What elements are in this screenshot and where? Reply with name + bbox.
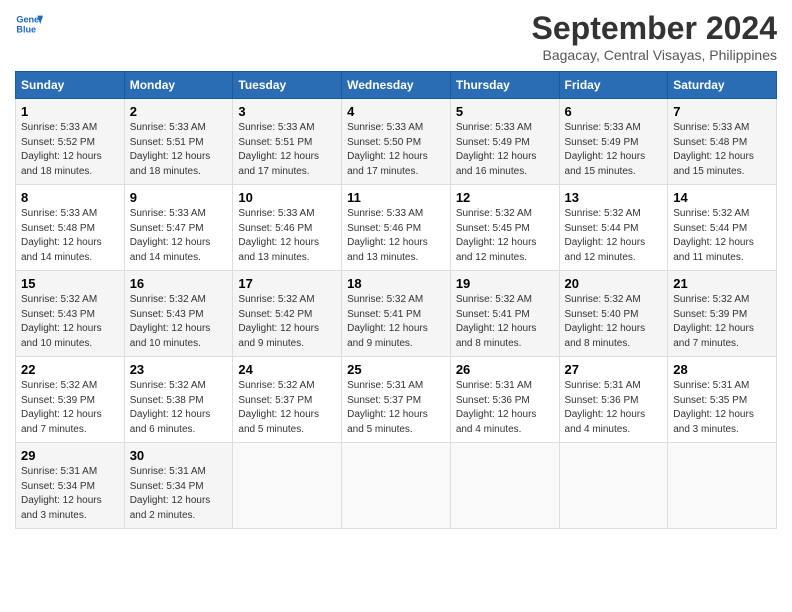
calendar-day-cell bbox=[342, 443, 451, 529]
calendar-day-cell: 5Sunrise: 5:33 AMSunset: 5:49 PMDaylight… bbox=[450, 99, 559, 185]
calendar-day-cell bbox=[668, 443, 777, 529]
weekday-header: Wednesday bbox=[342, 72, 451, 99]
calendar-day-cell bbox=[559, 443, 668, 529]
calendar-day-cell: 2Sunrise: 5:33 AMSunset: 5:51 PMDaylight… bbox=[124, 99, 233, 185]
calendar-day-cell: 18Sunrise: 5:32 AMSunset: 5:41 PMDayligh… bbox=[342, 271, 451, 357]
calendar-day-cell: 24Sunrise: 5:32 AMSunset: 5:37 PMDayligh… bbox=[233, 357, 342, 443]
calendar-day-cell: 26Sunrise: 5:31 AMSunset: 5:36 PMDayligh… bbox=[450, 357, 559, 443]
title-block: September 2024 Bagacay, Central Visayas,… bbox=[532, 10, 777, 63]
calendar-week-row: 8Sunrise: 5:33 AMSunset: 5:48 PMDaylight… bbox=[16, 185, 777, 271]
calendar-week-row: 29Sunrise: 5:31 AMSunset: 5:34 PMDayligh… bbox=[16, 443, 777, 529]
calendar-day-cell: 27Sunrise: 5:31 AMSunset: 5:36 PMDayligh… bbox=[559, 357, 668, 443]
calendar-day-cell: 28Sunrise: 5:31 AMSunset: 5:35 PMDayligh… bbox=[668, 357, 777, 443]
weekday-header: Tuesday bbox=[233, 72, 342, 99]
calendar-week-row: 1Sunrise: 5:33 AMSunset: 5:52 PMDaylight… bbox=[16, 99, 777, 185]
calendar-day-cell bbox=[450, 443, 559, 529]
calendar-day-cell: 15Sunrise: 5:32 AMSunset: 5:43 PMDayligh… bbox=[16, 271, 125, 357]
calendar-day-cell: 9Sunrise: 5:33 AMSunset: 5:47 PMDaylight… bbox=[124, 185, 233, 271]
page-title: September 2024 bbox=[532, 10, 777, 47]
calendar-day-cell: 4Sunrise: 5:33 AMSunset: 5:50 PMDaylight… bbox=[342, 99, 451, 185]
calendar-day-cell: 19Sunrise: 5:32 AMSunset: 5:41 PMDayligh… bbox=[450, 271, 559, 357]
page-header: General Blue September 2024 Bagacay, Cen… bbox=[15, 10, 777, 63]
page-subtitle: Bagacay, Central Visayas, Philippines bbox=[532, 47, 777, 63]
calendar-week-row: 15Sunrise: 5:32 AMSunset: 5:43 PMDayligh… bbox=[16, 271, 777, 357]
calendar-header-row: SundayMondayTuesdayWednesdayThursdayFrid… bbox=[16, 72, 777, 99]
calendar-day-cell: 8Sunrise: 5:33 AMSunset: 5:48 PMDaylight… bbox=[16, 185, 125, 271]
calendar-day-cell: 23Sunrise: 5:32 AMSunset: 5:38 PMDayligh… bbox=[124, 357, 233, 443]
calendar-day-cell: 14Sunrise: 5:32 AMSunset: 5:44 PMDayligh… bbox=[668, 185, 777, 271]
calendar-day-cell: 22Sunrise: 5:32 AMSunset: 5:39 PMDayligh… bbox=[16, 357, 125, 443]
calendar-day-cell: 12Sunrise: 5:32 AMSunset: 5:45 PMDayligh… bbox=[450, 185, 559, 271]
svg-text:Blue: Blue bbox=[16, 24, 36, 34]
calendar-day-cell: 11Sunrise: 5:33 AMSunset: 5:46 PMDayligh… bbox=[342, 185, 451, 271]
calendar-day-cell: 3Sunrise: 5:33 AMSunset: 5:51 PMDaylight… bbox=[233, 99, 342, 185]
logo: General Blue bbox=[15, 10, 43, 38]
calendar-day-cell: 7Sunrise: 5:33 AMSunset: 5:48 PMDaylight… bbox=[668, 99, 777, 185]
calendar-day-cell: 30Sunrise: 5:31 AMSunset: 5:34 PMDayligh… bbox=[124, 443, 233, 529]
calendar-table: SundayMondayTuesdayWednesdayThursdayFrid… bbox=[15, 71, 777, 529]
calendar-day-cell: 16Sunrise: 5:32 AMSunset: 5:43 PMDayligh… bbox=[124, 271, 233, 357]
calendar-day-cell: 25Sunrise: 5:31 AMSunset: 5:37 PMDayligh… bbox=[342, 357, 451, 443]
calendar-day-cell: 20Sunrise: 5:32 AMSunset: 5:40 PMDayligh… bbox=[559, 271, 668, 357]
calendar-day-cell: 10Sunrise: 5:33 AMSunset: 5:46 PMDayligh… bbox=[233, 185, 342, 271]
calendar-day-cell: 13Sunrise: 5:32 AMSunset: 5:44 PMDayligh… bbox=[559, 185, 668, 271]
weekday-header: Saturday bbox=[668, 72, 777, 99]
weekday-header: Thursday bbox=[450, 72, 559, 99]
calendar-day-cell: 21Sunrise: 5:32 AMSunset: 5:39 PMDayligh… bbox=[668, 271, 777, 357]
calendar-day-cell: 29Sunrise: 5:31 AMSunset: 5:34 PMDayligh… bbox=[16, 443, 125, 529]
calendar-day-cell: 6Sunrise: 5:33 AMSunset: 5:49 PMDaylight… bbox=[559, 99, 668, 185]
weekday-header: Sunday bbox=[16, 72, 125, 99]
weekday-header: Friday bbox=[559, 72, 668, 99]
calendar-day-cell: 1Sunrise: 5:33 AMSunset: 5:52 PMDaylight… bbox=[16, 99, 125, 185]
calendar-day-cell bbox=[233, 443, 342, 529]
calendar-week-row: 22Sunrise: 5:32 AMSunset: 5:39 PMDayligh… bbox=[16, 357, 777, 443]
calendar-day-cell: 17Sunrise: 5:32 AMSunset: 5:42 PMDayligh… bbox=[233, 271, 342, 357]
weekday-header: Monday bbox=[124, 72, 233, 99]
